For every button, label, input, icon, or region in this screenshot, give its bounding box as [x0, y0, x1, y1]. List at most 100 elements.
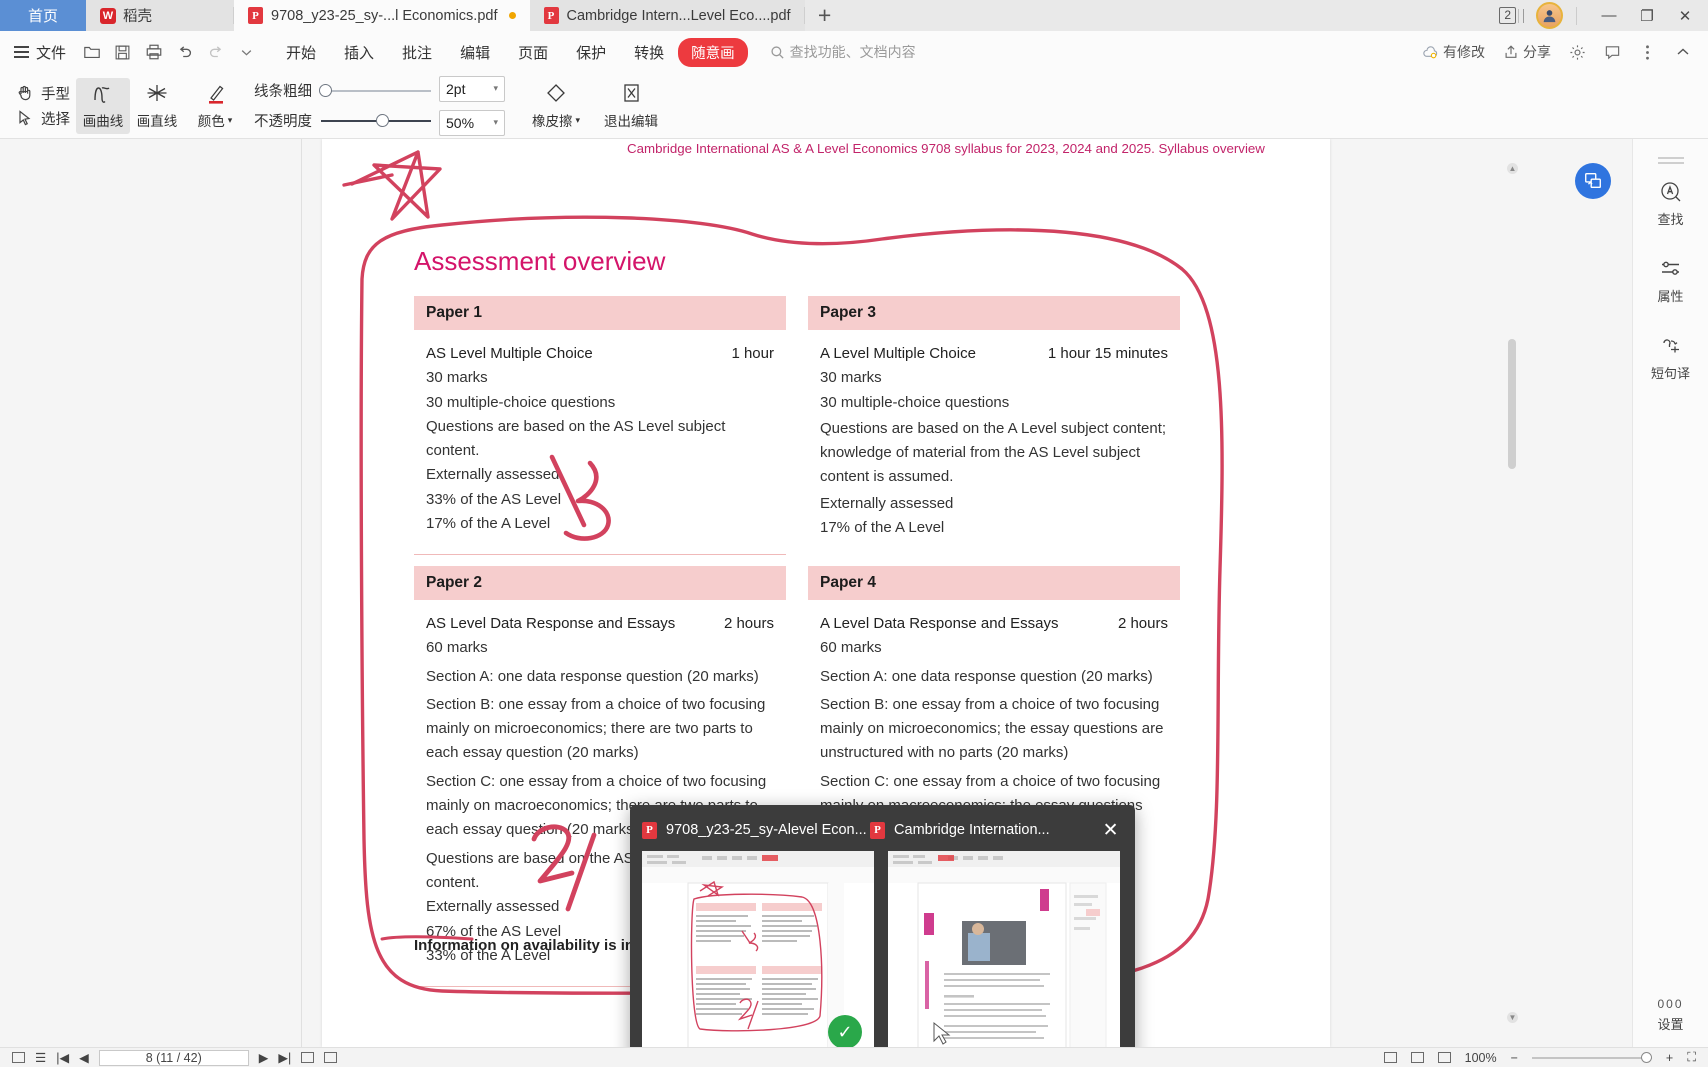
line-star-icon [147, 85, 167, 101]
close-icon: ✕ [1678, 7, 1692, 25]
menu-page[interactable]: 页面 [504, 38, 562, 67]
eraser-button[interactable]: 橡皮擦 ▾ [521, 78, 591, 134]
scroll-up-arrow-icon[interactable]: ▲ [1507, 163, 1518, 174]
modified-status[interactable]: 有修改 [1415, 42, 1492, 62]
switcher-window-1-label: 9708_y23-25_sy-Alevel Econ... [666, 822, 867, 838]
chevron-down-icon[interactable] [231, 37, 262, 68]
last-page-icon[interactable]: ▶| [278, 1050, 291, 1065]
sidebar-settings-label: 设置 [1657, 1017, 1684, 1032]
sidebar-item-phrase-translate-label: 短句译 [1650, 366, 1690, 381]
view-single-icon[interactable] [12, 1052, 25, 1063]
paper-4-name: A Level Data Response and Essays [820, 615, 1059, 632]
page-scrollbar[interactable]: ▲ ▼ [1506, 139, 1518, 1047]
drag-handle[interactable] [1657, 157, 1684, 159]
translate-fab-button[interactable] [1575, 163, 1611, 199]
paper-2-name: AS Level Data Response and Essays [426, 615, 676, 632]
collapse-ribbon-icon[interactable] [1667, 37, 1698, 68]
avatar[interactable] [1536, 2, 1563, 29]
paper-1-line: 30 marks [426, 369, 488, 387]
fit-page-icon[interactable] [301, 1052, 315, 1063]
opacity-combo[interactable]: 50% ▾ [439, 109, 505, 136]
settings-gear-icon[interactable] [1562, 37, 1593, 68]
window-count-badge[interactable]: 2 [1499, 7, 1516, 24]
page-number-input[interactable]: 8 (11 / 42) [98, 1049, 249, 1066]
paper-3-title: Paper 3 [808, 296, 1180, 330]
menu-start[interactable]: 开始 [272, 38, 330, 67]
sidebar-item-find[interactable]: 查找 [1633, 179, 1708, 228]
scrollbar-thumb[interactable] [1508, 339, 1516, 469]
thickness-combo[interactable]: 2pt ▾ [439, 75, 505, 102]
paper-4-line: Section A: one data response question (2… [820, 667, 1153, 685]
paper-3-line: 17% of the A Level [820, 519, 945, 537]
scroll-down-arrow-icon[interactable]: ▼ [1507, 1012, 1518, 1023]
single-page-layout-icon[interactable] [1383, 1052, 1397, 1063]
menu-convert[interactable]: 转换 [620, 38, 678, 67]
sidebar-item-properties-label: 属性 [1657, 289, 1684, 304]
exit-edit-button[interactable]: 退出编辑 [591, 78, 671, 134]
zoom-out-icon[interactable]: − [1511, 1051, 1518, 1065]
cloud-icon [1423, 45, 1438, 58]
paper-4-line: 60 marks [820, 639, 882, 657]
menu-protect[interactable]: 保护 [562, 38, 620, 67]
draw-line-label: 画直线 [136, 114, 178, 129]
paper-2-line: Section A: one data response question (2… [426, 667, 759, 685]
thickness-slider[interactable] [319, 83, 431, 97]
switcher-thumbnail-2[interactable] [888, 851, 1120, 1061]
prev-page-icon[interactable]: ◀ [79, 1050, 89, 1065]
redo-icon[interactable] [200, 37, 231, 68]
more-vertical-icon[interactable] [1632, 37, 1663, 68]
sidebar-settings[interactable]: 000 设置 [1657, 997, 1683, 1047]
minimize-button[interactable]: — [1590, 0, 1628, 31]
two-page-layout-icon[interactable] [1410, 1052, 1424, 1063]
status-bar-right: 100% − + ⛶ [1383, 1050, 1696, 1065]
tab-docer[interactable]: W 稻壳 [86, 0, 234, 31]
next-page-icon[interactable]: ▶ [259, 1050, 269, 1065]
maximize-button[interactable]: ❐ [1628, 0, 1666, 31]
sidebar-item-properties[interactable]: 属性 [1633, 256, 1708, 305]
tab-document-2[interactable]: P Cambridge Intern...Level Eco....pdf [529, 0, 805, 31]
opacity-slider[interactable] [321, 113, 431, 127]
fullscreen-icon[interactable]: ⛶ [1687, 1050, 1696, 1065]
close-button[interactable]: ✕ [1666, 0, 1704, 31]
switcher-close-button[interactable]: ✕ [1098, 819, 1123, 842]
comment-icon[interactable] [1597, 37, 1628, 68]
opacity-value: 50% [446, 114, 475, 131]
switcher-thumbnails: ✓ [642, 851, 1123, 1061]
divider [1576, 6, 1577, 25]
switcher-window-1-title[interactable]: P 9708_y23-25_sy-Alevel Econ... [642, 821, 870, 839]
tab-home[interactable]: 首页 [0, 0, 86, 31]
undo-icon[interactable] [169, 37, 200, 68]
select-tool[interactable]: 选择 [16, 108, 70, 129]
draw-curve-button[interactable]: 画曲线 [76, 77, 130, 134]
minimize-icon: — [1601, 7, 1617, 24]
tab-document-1[interactable]: P 9708_y23-25_sy-...l Economics.pdf [234, 0, 530, 31]
menu-freehand-draw[interactable]: 随意画 [678, 37, 748, 67]
file-menu-button[interactable]: 文件 [0, 42, 76, 63]
hand-tool[interactable]: 手型 [16, 83, 70, 104]
print-icon[interactable] [138, 37, 169, 68]
fit-width-icon[interactable] [324, 1052, 338, 1063]
save-icon[interactable] [107, 37, 138, 68]
first-page-icon[interactable]: |◀ [56, 1050, 69, 1065]
search-box[interactable]: 查找功能、文档内容 [770, 42, 916, 62]
window-switcher-popup[interactable]: P 9708_y23-25_sy-Alevel Econ... P Cambri… [630, 805, 1135, 1067]
zoom-slider[interactable] [1531, 1051, 1652, 1063]
new-tab-button[interactable]: + [804, 0, 845, 31]
menu-comment[interactable]: 批注 [388, 38, 446, 67]
draw-line-button[interactable]: 画直线 [130, 78, 184, 134]
hand-tool-label: 手型 [41, 86, 70, 103]
open-icon[interactable] [76, 37, 107, 68]
pointer-tools: 手型 选择 [10, 83, 76, 129]
menu-insert[interactable]: 插入 [330, 38, 388, 67]
continuous-layout-icon[interactable] [1437, 1052, 1451, 1063]
zoom-in-icon[interactable]: + [1666, 1051, 1673, 1065]
switcher-thumbnail-1[interactable]: ✓ [642, 851, 874, 1061]
menu-edit[interactable]: 编辑 [446, 38, 504, 67]
share-button[interactable]: 分享 [1496, 42, 1558, 62]
view-mode-icon[interactable]: ☰ [35, 1050, 46, 1065]
color-button[interactable]: 颜色 ▾ [184, 78, 246, 134]
switcher-window-2-title[interactable]: P Cambridge Internation... [870, 821, 1098, 839]
sidebar-item-phrase-translate[interactable]: 短句译 [1633, 333, 1708, 382]
tab-document-1-label: 9708_y23-25_sy-...l Economics.pdf [271, 7, 498, 24]
paper-3-line: 30 marks [820, 369, 882, 387]
